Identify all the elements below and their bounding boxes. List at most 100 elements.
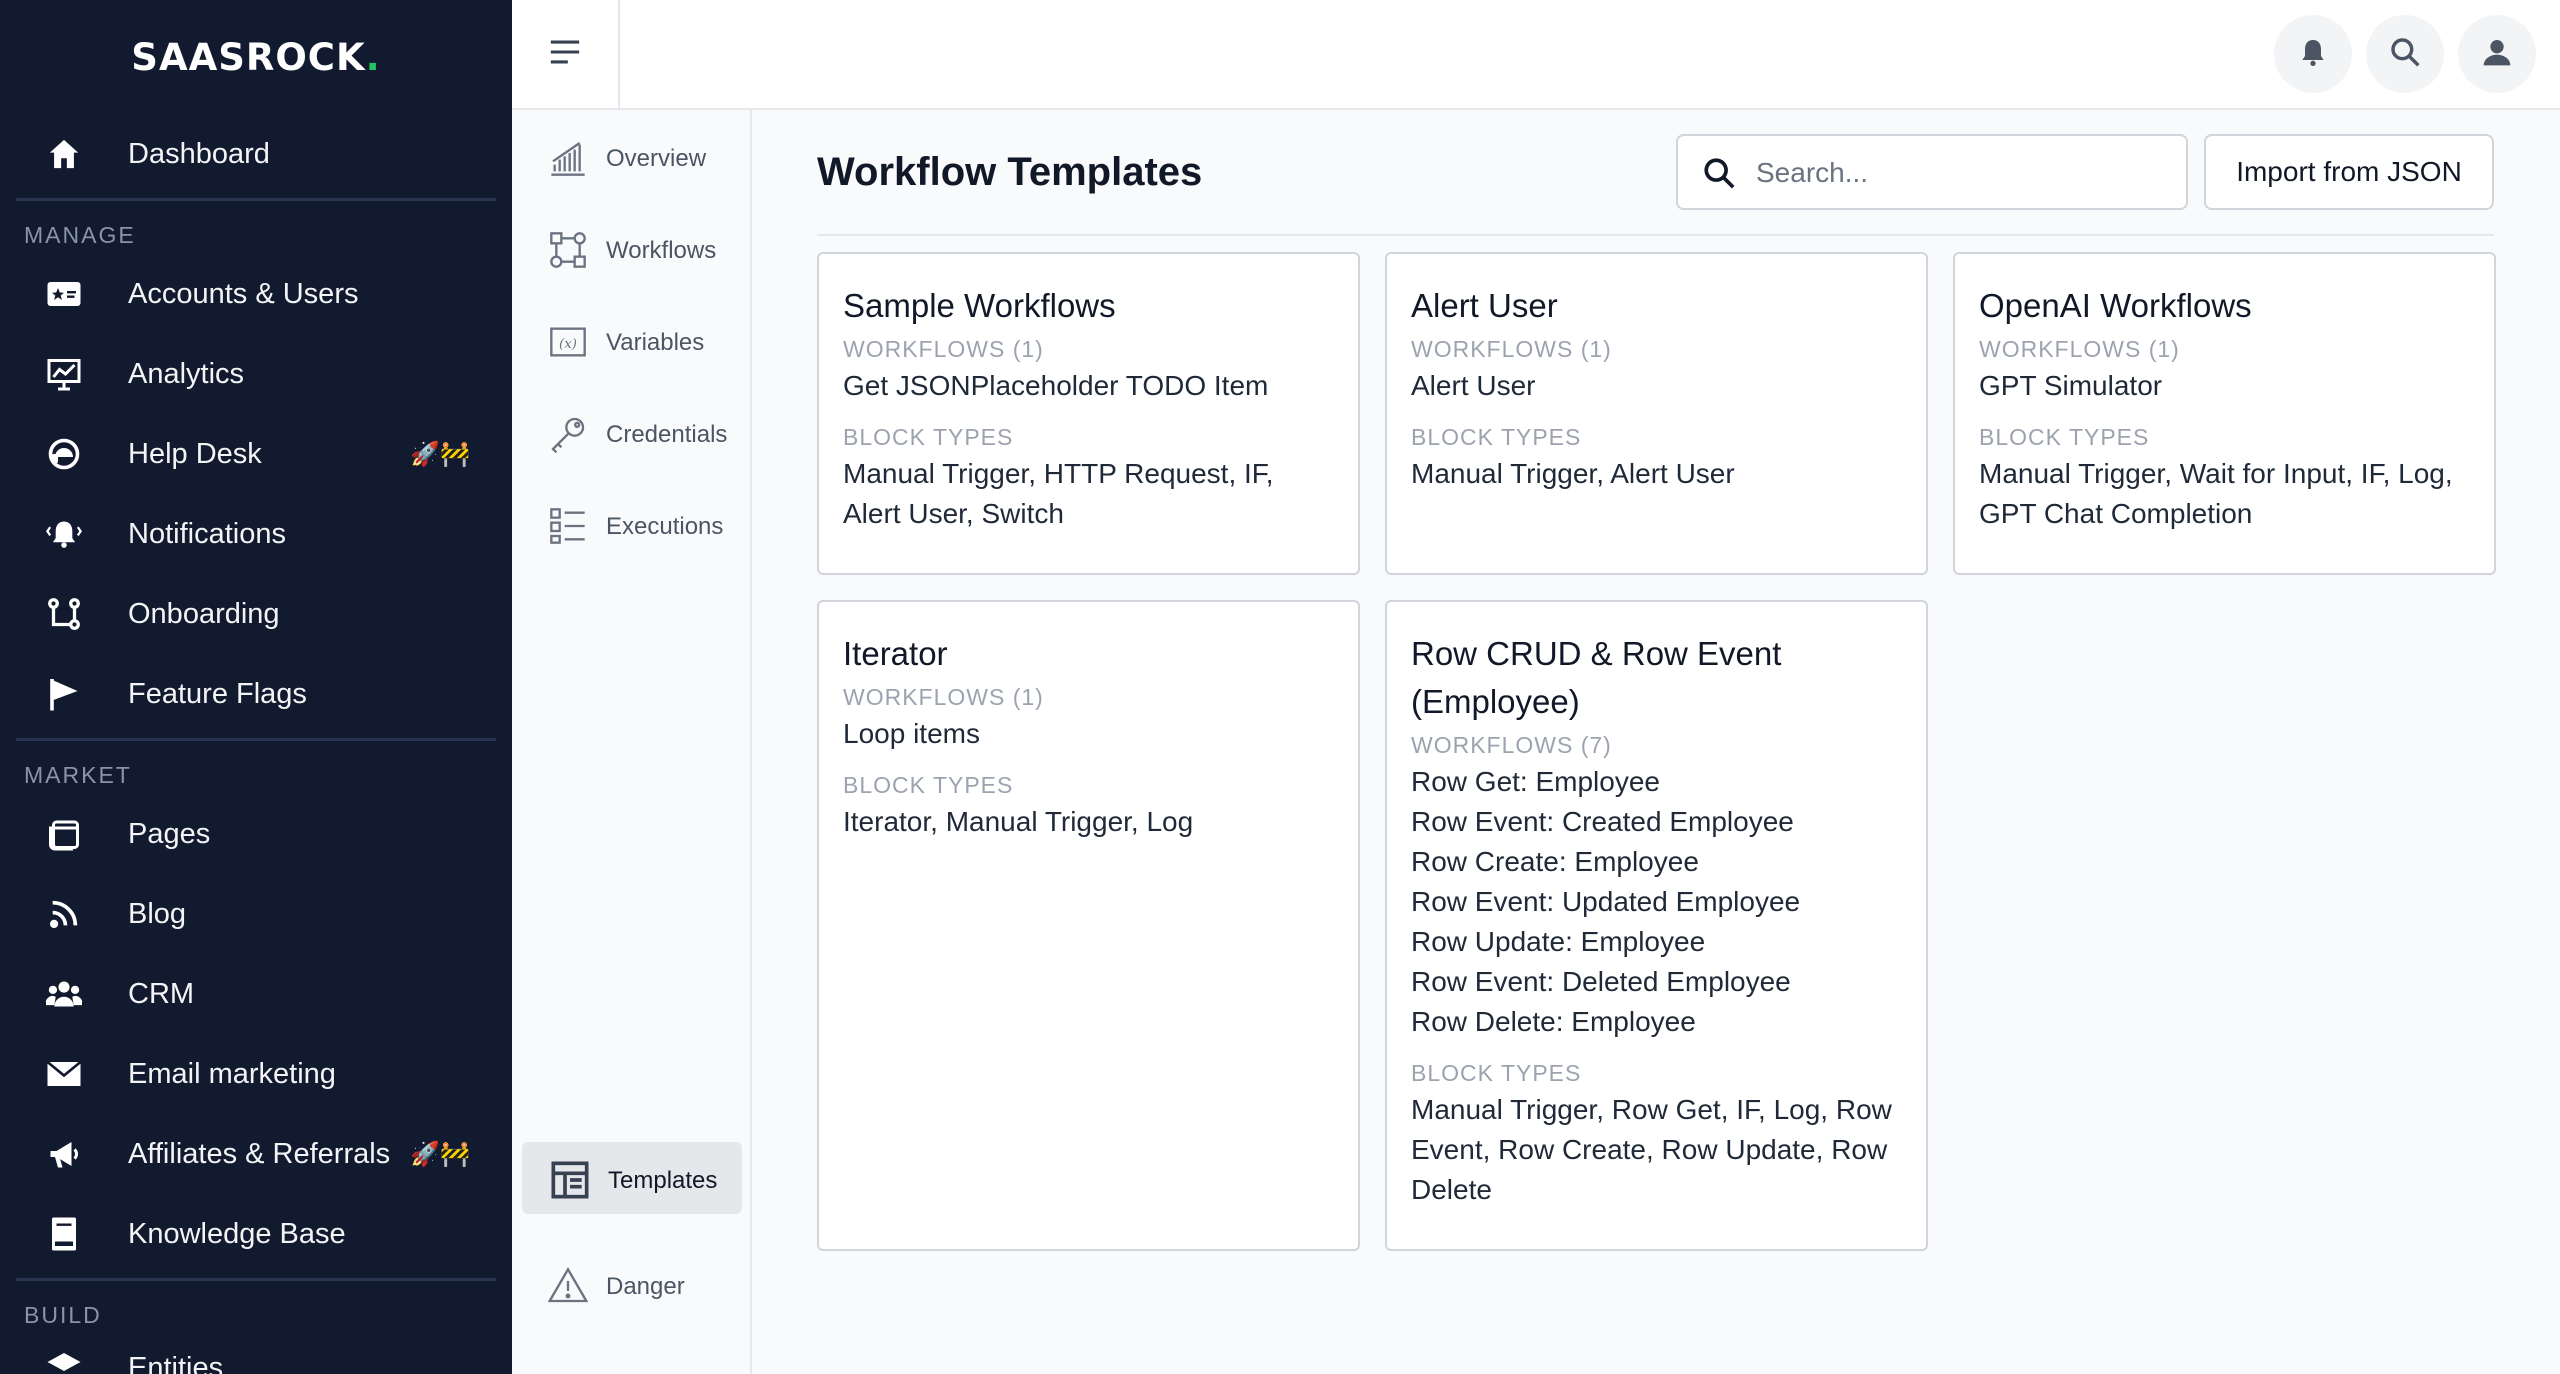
sidebar: SAASROCK. Dashboard MANAGE Accounts & Us…	[0, 0, 512, 1374]
menu-toggle-button[interactable]	[512, 0, 620, 108]
sidebar-item-notifications[interactable]: Notifications	[0, 502, 512, 566]
subnav-item-label: Workflows	[606, 237, 717, 264]
sidebar-item-accounts-users[interactable]: Accounts & Users	[0, 262, 512, 326]
card-block-types-heading: BLOCK TYPES	[1411, 424, 1582, 450]
card-block-types-line: Manual Trigger, HTTP Request, IF,	[843, 458, 1274, 489]
app-window: SAASROCK. Dashboard MANAGE Accounts & Us…	[0, 0, 2560, 1374]
subnav-item-credentials[interactable]: Credentials	[522, 398, 742, 470]
sidebar-item-analytics[interactable]: Analytics	[0, 342, 512, 406]
sidebar-item-label: Affiliates & Referrals	[128, 1137, 391, 1170]
template-card-row-crud-row-event[interactable]: Row CRUD & Row Event (Employee) WORKFLOWS…	[1385, 600, 1928, 1251]
card-workflow-item: Row Update: Employee	[1411, 926, 1706, 957]
sidebar-item-label: Analytics	[128, 357, 245, 390]
bell-icon	[2297, 35, 2329, 74]
subnav-item-label: Executions	[606, 513, 724, 540]
sidebar-item-label: Feature Flags	[128, 677, 307, 710]
card-title: Iterator	[843, 635, 948, 672]
subnav-item-templates[interactable]: Templates	[522, 1142, 742, 1214]
headset-icon	[46, 436, 82, 472]
menu-icon	[548, 37, 582, 72]
card-block-types-heading: BLOCK TYPES	[1979, 424, 2150, 450]
rss-icon	[46, 896, 82, 932]
card-block-types-line: Manual Trigger, Row Get, IF, Log, Row	[1411, 1094, 1892, 1125]
sidebar-item-affiliates-referrals[interactable]: Affiliates & Referrals 🚀🚧	[0, 1122, 512, 1186]
sidebar-section-market: MARKET	[24, 762, 132, 788]
card-workflows-heading: WORKFLOWS (1)	[843, 336, 1044, 362]
sidebar-item-entities[interactable]: Entities	[0, 1336, 512, 1374]
card-workflows-heading: WORKFLOWS (7)	[1411, 732, 1612, 758]
search-icon	[2389, 36, 2421, 73]
card-workflows-heading: WORKFLOWS (1)	[1979, 336, 2180, 362]
sidebar-item-blog[interactable]: Blog	[0, 882, 512, 946]
card-workflow-item: Alert User	[1411, 370, 1536, 401]
card-workflow-item: Row Get: Employee	[1411, 766, 1660, 797]
envelope-icon	[46, 1056, 82, 1092]
card-workflow-item: Row Delete: Employee	[1411, 1006, 1696, 1037]
subnav-item-overview[interactable]: Overview	[522, 122, 742, 194]
book-icon	[46, 1216, 82, 1252]
sidebar-item-knowledge-base[interactable]: Knowledge Base	[0, 1202, 512, 1266]
checklist-icon	[548, 506, 588, 546]
sidebar-item-crm[interactable]: CRM	[0, 962, 512, 1026]
sidebar-item-help-desk[interactable]: Help Desk 🚀🚧	[0, 422, 512, 486]
card-block-types-heading: BLOCK TYPES	[843, 772, 1014, 798]
search-button[interactable]	[2366, 15, 2444, 93]
card-block-types-heading: BLOCK TYPES	[843, 424, 1014, 450]
sidebar-item-feature-flags[interactable]: Feature Flags	[0, 662, 512, 726]
header-divider	[817, 234, 2494, 236]
sidebar-item-dashboard[interactable]: Dashboard	[0, 122, 512, 186]
template-card-openai-workflows[interactable]: OpenAI Workflows WORKFLOWS (1) GPT Simul…	[1953, 252, 2496, 575]
card-workflows-heading: WORKFLOWS (1)	[843, 684, 1044, 710]
search-icon	[1702, 156, 1736, 190]
sidebar-item-label: Help Desk	[128, 437, 262, 470]
sidebar-divider	[16, 198, 496, 201]
flag-icon	[46, 676, 82, 712]
warning-triangle-icon	[548, 1266, 588, 1306]
card-workflow-item: GPT Simulator	[1979, 370, 2163, 401]
pages-icon	[46, 816, 82, 852]
card-block-types-line: Manual Trigger, Alert User	[1411, 458, 1735, 489]
brand-logo[interactable]: SAASROCK.	[0, 36, 512, 79]
beta-badge: 🚀🚧	[410, 440, 470, 468]
sidebar-divider	[16, 738, 496, 741]
sidebar-item-label: Onboarding	[128, 597, 280, 630]
svg-text:(x): (x)	[559, 337, 577, 352]
subnav-item-variables[interactable]: (x) Variables	[522, 306, 742, 378]
card-block-types-heading: BLOCK TYPES	[1411, 1060, 1582, 1086]
beta-badge: 🚀🚧	[410, 1140, 470, 1168]
card-title: Sample Workflows	[843, 287, 1116, 324]
search-field[interactable]	[1676, 134, 2188, 210]
card-block-types-line: Delete	[1411, 1174, 1492, 1205]
template-layout-icon	[550, 1160, 590, 1200]
sidebar-item-label: CRM	[128, 977, 195, 1010]
card-workflow-item: Loop items	[843, 718, 980, 749]
bar-chart-icon	[548, 138, 588, 178]
notifications-button[interactable]	[2274, 15, 2352, 93]
flow-steps-icon	[46, 596, 82, 632]
sidebar-item-pages[interactable]: Pages	[0, 802, 512, 866]
card-workflow-item: Row Event: Deleted Employee	[1411, 966, 1791, 997]
template-card-alert-user[interactable]: Alert User WORKFLOWS (1) Alert User BLOC…	[1385, 252, 1928, 575]
user-menu-button[interactable]	[2458, 15, 2536, 93]
card-title: Alert User	[1411, 287, 1558, 324]
card-workflows-heading: WORKFLOWS (1)	[1411, 336, 1612, 362]
search-input[interactable]	[1756, 150, 2166, 196]
sidebar-item-email-marketing[interactable]: Email marketing	[0, 1042, 512, 1106]
sidebar-item-label: Blog	[128, 897, 187, 930]
card-block-types-line: GPT Chat Completion	[1979, 498, 2253, 529]
card-block-types-line: Event, Row Create, Row Update, Row	[1411, 1134, 1888, 1165]
card-block-types-line: Alert User, Switch	[843, 498, 1064, 529]
workflows-subnav: Overview Workflows (x) Variables Credent…	[512, 110, 752, 1374]
sidebar-divider	[16, 1278, 496, 1281]
subnav-item-executions[interactable]: Executions	[522, 490, 742, 562]
subnav-item-label: Templates	[608, 1167, 718, 1194]
sidebar-item-onboarding[interactable]: Onboarding	[0, 582, 512, 646]
import-from-json-button[interactable]: Import from JSON	[2204, 134, 2494, 210]
workflow-nodes-icon	[548, 230, 588, 270]
template-card-iterator[interactable]: Iterator WORKFLOWS (1) Loop items BLOCK …	[817, 600, 1360, 1251]
megaphone-icon	[46, 1136, 82, 1172]
card-title: Row CRUD & Row Event (Employee)	[1411, 635, 1782, 720]
subnav-item-workflows[interactable]: Workflows	[522, 214, 742, 286]
template-card-sample-workflows[interactable]: Sample Workflows WORKFLOWS (1) Get JSONP…	[817, 252, 1360, 575]
subnav-item-danger[interactable]: Danger	[522, 1250, 742, 1322]
